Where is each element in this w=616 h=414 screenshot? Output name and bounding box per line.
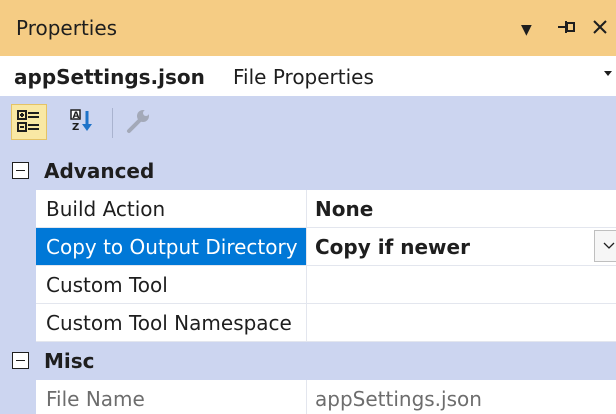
close-icon[interactable]: [591, 18, 609, 41]
property-value[interactable]: appSettings.json: [306, 380, 616, 414]
property-row[interactable]: File Name appSettings.json: [0, 380, 616, 414]
properties-window: Properties ▼ appSettings.json File Prope…: [0, 0, 616, 414]
property-name[interactable]: File Name: [36, 380, 306, 414]
property-row[interactable]: Copy to Output Directory Copy if newer: [0, 228, 616, 266]
property-value[interactable]: None: [306, 190, 616, 228]
property-row[interactable]: Custom Tool: [0, 266, 616, 304]
categorized-button[interactable]: [11, 104, 47, 140]
object-selector[interactable]: appSettings.json File Properties: [0, 56, 616, 96]
row-margin: [0, 380, 36, 414]
row-margin: [0, 304, 36, 342]
category-label: Misc: [44, 349, 95, 373]
property-name[interactable]: Copy to Output Directory: [36, 228, 306, 266]
row-margin: [0, 266, 36, 304]
category-label: Advanced: [44, 159, 155, 183]
property-row[interactable]: Build Action None: [0, 190, 616, 228]
property-name[interactable]: Build Action: [36, 190, 306, 228]
alphabetical-sort-icon: A Z: [70, 109, 92, 133]
value-dropdown-button[interactable]: [594, 230, 616, 262]
row-margin: [0, 190, 36, 228]
category-misc[interactable]: Misc: [0, 342, 616, 380]
svg-text:Z: Z: [72, 122, 79, 133]
title-bar: Properties ▼: [0, 0, 616, 56]
collapse-icon[interactable]: [12, 352, 29, 369]
window-position-dropdown-icon[interactable]: ▼: [521, 20, 532, 40]
property-pages-icon: [127, 110, 149, 133]
properties-toolbar: A Z: [0, 96, 616, 152]
row-margin: [0, 228, 36, 266]
selected-object-name: appSettings.json: [14, 65, 205, 89]
category-advanced[interactable]: Advanced: [0, 152, 616, 190]
panel-title: Properties: [16, 16, 118, 40]
toolbar-separator: [112, 108, 113, 138]
pin-icon[interactable]: [556, 18, 576, 41]
svg-text:A: A: [73, 111, 80, 121]
chevron-down-icon: [603, 242, 615, 249]
property-pages-button[interactable]: [121, 104, 157, 140]
property-value[interactable]: [306, 304, 616, 342]
property-name[interactable]: Custom Tool Namespace: [36, 304, 306, 342]
selected-object-type: File Properties: [233, 65, 374, 89]
property-row[interactable]: Custom Tool Namespace: [0, 304, 616, 342]
chevron-down-icon[interactable]: [604, 71, 612, 76]
property-value[interactable]: Copy if newer: [306, 228, 616, 266]
alphabetical-button[interactable]: A Z: [67, 104, 103, 140]
property-name[interactable]: Custom Tool: [36, 266, 306, 304]
property-value[interactable]: [306, 266, 616, 304]
categorized-view-icon: [17, 110, 39, 132]
collapse-icon[interactable]: [12, 162, 29, 179]
